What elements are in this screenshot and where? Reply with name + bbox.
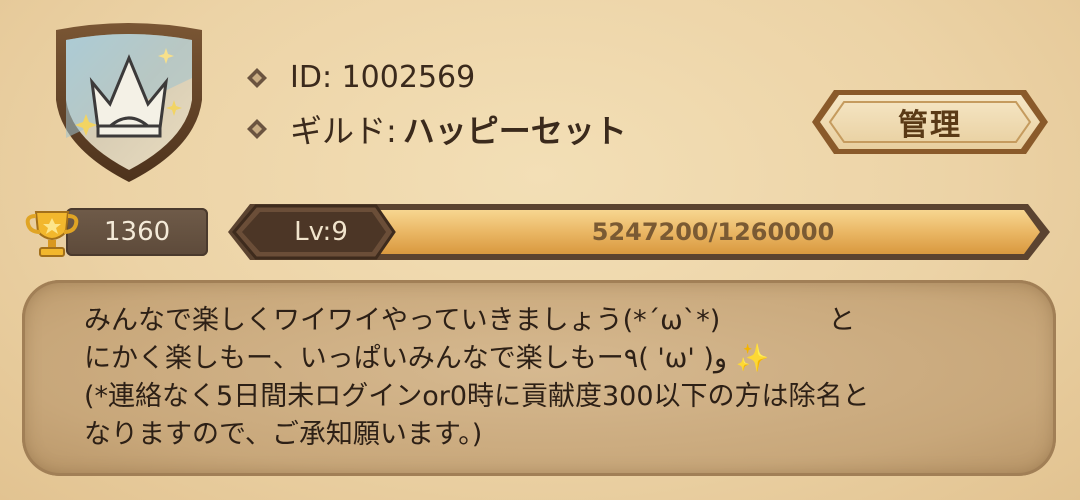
guild-id-row: ID: 1002569: [246, 60, 475, 95]
guild-message-box: みんなで楽しくワイワイやっていきましょう(*´ω`*) と にかく楽しもー、いっ…: [22, 280, 1056, 476]
guild-name: ハッピーセット: [402, 112, 627, 150]
guild-level-bar: Lv:9 5247200/1260000: [228, 198, 1050, 266]
experience-progress-text: 5247200/1260000: [591, 218, 835, 246]
guild-message-text: みんなで楽しくワイワイやっていきましょう(*´ω`*) と にかく楽しもー、いっ…: [84, 302, 1004, 454]
guild-id-text: ID: 1002569: [290, 60, 476, 95]
message-line: (*連絡なく5日間未ログインor0時に貢献度300以下の方は除名と: [84, 381, 870, 412]
message-line: にかく楽しもー、いっぱいみんなで楽しもー٩( 'ω' )و ✨: [84, 343, 770, 374]
manage-button[interactable]: 管理: [808, 84, 1052, 160]
diamond-bullet-icon: [246, 118, 268, 140]
message-line: なりますので、ご承知願います。): [84, 419, 483, 450]
trophy-icon: [22, 204, 82, 264]
guild-level-label: Lv:9: [294, 217, 348, 247]
message-line: みんなで楽しくワイワイやっていきましょう(*´ω`*) と: [84, 305, 856, 336]
manage-button-label: 管理: [898, 108, 962, 143]
guild-name-row: ギルド: ハッピーセット: [246, 106, 627, 152]
guild-info-panel: ID: 1002569 ギルド: ハッピーセット 管理 1360 Lv:9 52…: [0, 0, 1080, 500]
guild-emblem-icon: [46, 18, 212, 186]
guild-label: ギルド:: [290, 112, 397, 150]
diamond-bullet-icon: [246, 67, 268, 89]
trophy-score-value: 1360: [104, 217, 171, 247]
trophy-score-box: 1360: [66, 208, 208, 256]
